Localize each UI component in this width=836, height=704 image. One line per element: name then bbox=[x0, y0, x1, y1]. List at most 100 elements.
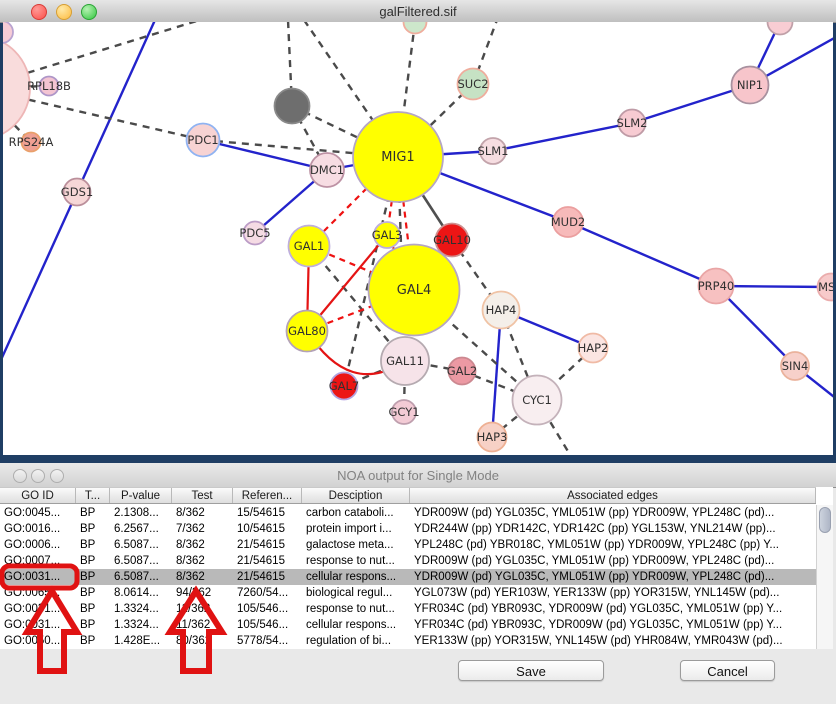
node-label-GAL11: GAL11 bbox=[386, 354, 424, 368]
cell: 8/362 bbox=[172, 553, 233, 569]
column-header-p-value[interactable]: P-value bbox=[110, 488, 172, 503]
node-darknode[interactable] bbox=[275, 89, 310, 124]
node-cornertl[interactable] bbox=[3, 22, 13, 43]
cell: BP bbox=[76, 617, 110, 633]
node-topgreen[interactable] bbox=[404, 22, 427, 34]
table-row[interactable]: GO:0006...BP6.5087...8/36221/54615galact… bbox=[0, 537, 816, 553]
cell: YDR244W (pp) YDR142C, YDR142C (pp) YGL15… bbox=[410, 521, 816, 537]
cell: BP bbox=[76, 505, 110, 521]
cell: 6.2567... bbox=[110, 521, 172, 537]
cell: BP bbox=[76, 537, 110, 553]
cell: 105/546... bbox=[233, 601, 302, 617]
node-label-GDS1: GDS1 bbox=[61, 185, 93, 199]
cell: 11/362 bbox=[172, 601, 233, 617]
node-label-SUC2: SUC2 bbox=[457, 77, 488, 91]
node-label-GAL4: GAL4 bbox=[397, 283, 431, 298]
cell: 8/362 bbox=[172, 505, 233, 521]
node-label-SIN4: SIN4 bbox=[782, 359, 809, 373]
cell: BP bbox=[76, 601, 110, 617]
table-row[interactable]: GO:0031...BP1.3324...11/362105/546...cel… bbox=[0, 617, 816, 633]
vertical-scrollbar[interactable] bbox=[816, 505, 833, 649]
node-bigleft[interactable] bbox=[3, 36, 30, 140]
minimize-button[interactable] bbox=[56, 4, 72, 20]
cell: BP bbox=[76, 569, 110, 585]
cell: 6.5087... bbox=[110, 569, 172, 585]
close-button[interactable] bbox=[31, 4, 47, 20]
cell: 21/54615 bbox=[233, 553, 302, 569]
cell: carbon cataboli... bbox=[302, 505, 410, 521]
cell: GO:0006... bbox=[0, 537, 76, 553]
cell: YER133W (pp) YOR315W, YNL145W (pd) YHR08… bbox=[410, 633, 816, 649]
cell: 8.0614... bbox=[110, 585, 172, 601]
cell: GO:0065... bbox=[0, 585, 76, 601]
column-header-test[interactable]: Test bbox=[172, 488, 233, 503]
node-label-GAL1: GAL1 bbox=[294, 239, 325, 253]
edge-PDC1-DMC1[interactable] bbox=[203, 140, 327, 170]
table-row[interactable]: GO:0007...BP6.5087...8/36221/54615respon… bbox=[0, 553, 816, 569]
column-header-associated-edges[interactable]: Associated edges bbox=[410, 488, 816, 503]
noa-output-window: NOA output for Single Mode GO IDT...P-va… bbox=[0, 463, 836, 704]
cell: GO:0007... bbox=[0, 553, 76, 569]
cell: protein import i... bbox=[302, 521, 410, 537]
cell: 21/54615 bbox=[233, 569, 302, 585]
table-row[interactable]: GO:0031...BP1.3324...11/362105/546...res… bbox=[0, 601, 816, 617]
cell: 10/54615 bbox=[233, 521, 302, 537]
cell: 15/54615 bbox=[233, 505, 302, 521]
save-button[interactable]: Save bbox=[458, 660, 604, 681]
node-toppink[interactable] bbox=[768, 22, 793, 35]
column-header-go-id[interactable]: GO ID bbox=[0, 488, 76, 503]
cell: regulation of bi... bbox=[302, 633, 410, 649]
cell: GO:0031... bbox=[0, 601, 76, 617]
cell: 8/362 bbox=[172, 569, 233, 585]
column-header-t-[interactable]: T... bbox=[76, 488, 110, 503]
cell: GO:0031... bbox=[0, 569, 76, 585]
table-row[interactable]: GO:0065...BP8.0614...94/3627260/54...bio… bbox=[0, 585, 816, 601]
edge-SLM1-SLM2[interactable] bbox=[493, 123, 632, 151]
cell: biological regul... bbox=[302, 585, 410, 601]
close-button[interactable] bbox=[13, 469, 27, 483]
table-row[interactable]: GO:0016...BP6.2567...7/36210/54615protei… bbox=[0, 521, 816, 537]
minimize-button[interactable] bbox=[31, 469, 45, 483]
cell: galactose meta... bbox=[302, 537, 410, 553]
node-label-HAP4: HAP4 bbox=[486, 303, 517, 317]
cell: 8/362 bbox=[172, 537, 233, 553]
node-label-SLM1: SLM1 bbox=[478, 144, 509, 158]
column-header-desciption[interactable]: Desciption bbox=[302, 488, 410, 503]
cell: 105/546... bbox=[233, 617, 302, 633]
cell: 6.5087... bbox=[110, 537, 172, 553]
cancel-button[interactable]: Cancel bbox=[680, 660, 775, 681]
node-label-MUD2: MUD2 bbox=[551, 215, 586, 229]
network-window-titlebar[interactable]: galFiltered.sif bbox=[0, 0, 836, 23]
node-label-GAL2: GAL2 bbox=[447, 364, 478, 378]
cell: 1.3324... bbox=[110, 617, 172, 633]
node-label-RPS24A: RPS24A bbox=[9, 135, 54, 149]
cell: YDR009W (pd) YGL035C, YML051W (pp) YDR00… bbox=[410, 505, 816, 521]
cell: GO:0031... bbox=[0, 617, 76, 633]
cell: 6.5087... bbox=[110, 553, 172, 569]
noa-window-titlebar[interactable]: NOA output for Single Mode bbox=[0, 463, 836, 488]
cell: 1.3324... bbox=[110, 601, 172, 617]
edge-GDS1-a2[interactable] bbox=[3, 192, 77, 362]
node-label-PDC5: PDC5 bbox=[239, 226, 270, 240]
network-canvas[interactable]: RPL18BRPS24AGDS1PDC1DMC1MIG1SUC2SLM1SLM2… bbox=[3, 22, 833, 455]
zoom-button[interactable] bbox=[81, 4, 97, 20]
scrollbar-thumb[interactable] bbox=[819, 507, 831, 533]
table-row[interactable]: GO:0050...BP1.428E...80/3625778/54...reg… bbox=[0, 633, 816, 649]
cell: YDR009W (pd) YGL035C, YML051W (pp) YDR00… bbox=[410, 569, 816, 585]
cell: cellular respons... bbox=[302, 569, 410, 585]
edge-MUD2-PRP40[interactable] bbox=[568, 222, 716, 286]
results-table-header: GO IDT...P-valueTestReferen...Desciption… bbox=[0, 487, 816, 504]
edge-a1-GDS1[interactable] bbox=[77, 22, 155, 192]
table-row[interactable]: GO:0031...BP6.5087...8/36221/54615cellul… bbox=[0, 569, 816, 585]
network-window: galFiltered.sif RPL18BRPS24AGDS1PDC1DMC1… bbox=[0, 0, 836, 455]
cell: YPL248C (pd) YBR018C, YML051W (pp) YDR00… bbox=[410, 537, 816, 553]
cell: 5778/54... bbox=[233, 633, 302, 649]
cell: YFR034C (pd) YBR093C, YDR009W (pd) YGL03… bbox=[410, 617, 816, 633]
zoom-button[interactable] bbox=[50, 469, 64, 483]
column-header-referen-[interactable]: Referen... bbox=[233, 488, 302, 503]
cell: 7/362 bbox=[172, 521, 233, 537]
cell: 80/362 bbox=[172, 633, 233, 649]
cell: 94/362 bbox=[172, 585, 233, 601]
cell: BP bbox=[76, 553, 110, 569]
table-row[interactable]: GO:0045...BP2.1308...8/36215/54615carbon… bbox=[0, 505, 816, 521]
